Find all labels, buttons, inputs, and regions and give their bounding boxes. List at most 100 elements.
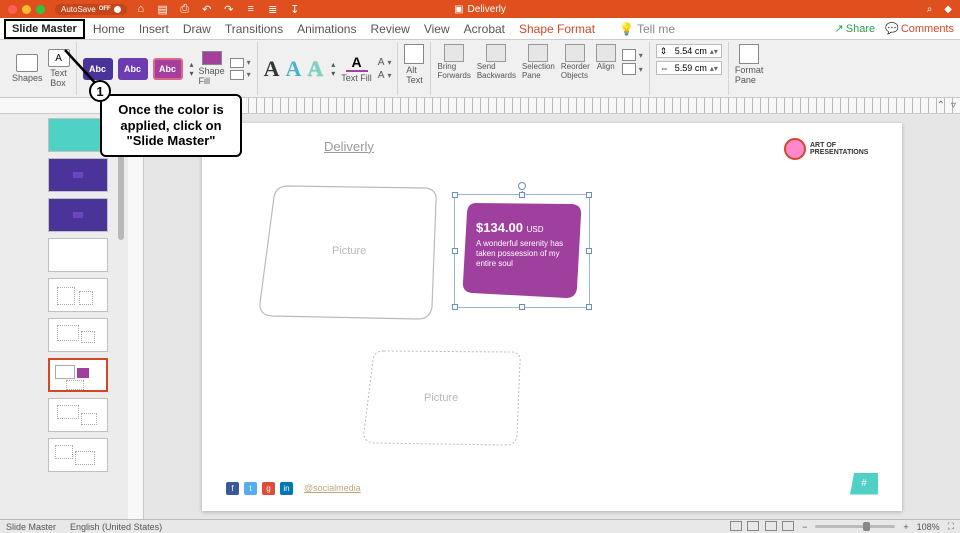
googleplus-icon[interactable]: g (262, 482, 275, 495)
tab-review[interactable]: Review (370, 22, 409, 36)
qat-icon[interactable]: ↧ (289, 3, 301, 15)
maximize-window[interactable] (36, 5, 45, 14)
selected-shape[interactable]: $134.00 USD A wonderful serenity has tak… (462, 200, 582, 300)
lightbulb-icon: 💡 (619, 22, 634, 36)
slide-thumbnail[interactable] (48, 198, 108, 232)
text-style-option[interactable]: A (285, 56, 301, 82)
slide-thumbnail[interactable] (48, 398, 108, 432)
slide-thumbnail[interactable] (48, 438, 108, 472)
tab-animations[interactable]: Animations (297, 22, 356, 36)
height-input[interactable]: ⇕5.54 cm▴▾ (656, 44, 722, 58)
redo-icon[interactable]: ↷ (223, 3, 235, 15)
picture-placeholder-shape[interactable]: Picture (258, 181, 438, 321)
text-effects-button[interactable]: A▾ (378, 70, 392, 81)
collapse-ribbon-icon[interactable]: ⌃ (937, 100, 945, 111)
print-icon[interactable]: ⎙ (179, 3, 191, 15)
slideshow-view-icon[interactable] (782, 521, 794, 531)
comments-button[interactable]: 💬Comments (885, 22, 954, 35)
resize-handle[interactable] (452, 192, 458, 198)
tab-transitions[interactable]: Transitions (225, 22, 283, 36)
zoom-slider[interactable] (815, 525, 895, 528)
group-button[interactable]: ▾ (622, 49, 643, 61)
selection-pane-button[interactable]: Selection Pane (522, 44, 555, 80)
qat-icon[interactable]: ≡ (245, 3, 257, 15)
resize-handle[interactable] (586, 192, 592, 198)
twitter-icon[interactable]: t (244, 482, 257, 495)
resize-handle[interactable] (452, 304, 458, 310)
bring-forward-button[interactable]: Bring Forwards (437, 44, 470, 80)
send-backward-icon (486, 44, 506, 62)
slide-thumbnail[interactable] (48, 158, 108, 192)
shape-style-selected[interactable]: Abc (153, 58, 183, 80)
notes-icon[interactable]: ▿ (951, 100, 956, 111)
resize-handle[interactable] (586, 248, 592, 254)
shape-fill-button[interactable]: Shape Fill (199, 51, 225, 86)
shape-effects-button[interactable]: ▾ (230, 70, 251, 80)
slide-thumbnail-selected[interactable] (48, 358, 108, 392)
save-icon[interactable]: ▤ (157, 3, 169, 15)
tab-view[interactable]: View (424, 22, 450, 36)
zoom-in-icon[interactable]: + (903, 522, 908, 532)
gallery-more-icon[interactable]: ▴▾ (190, 60, 194, 78)
text-fill-button[interactable]: A Text Fill (341, 54, 372, 83)
status-language[interactable]: English (United States) (70, 522, 162, 532)
normal-view-icon[interactable] (730, 521, 742, 531)
slide-thumbnail[interactable] (48, 278, 108, 312)
width-input[interactable]: ⇔5.59 cm▴▾ (656, 61, 722, 75)
window-controls[interactable] (8, 5, 45, 14)
autosave-toggle[interactable]: AutoSave OFF (55, 4, 127, 15)
resize-handle[interactable] (519, 192, 525, 198)
reorder-button[interactable]: Reorder Objects (561, 44, 590, 80)
slide-thumbnail[interactable] (48, 118, 108, 152)
slide-thumbnail[interactable] (48, 318, 108, 352)
slide-master-button[interactable]: Slide Master (4, 19, 85, 39)
slide-thumbnails-panel[interactable] (0, 114, 128, 519)
slide-canvas-area[interactable]: Deliverly ART OF PRESENTATIONS Picture (144, 114, 960, 519)
text-outline-button[interactable]: A▾ (378, 57, 392, 68)
zoom-level[interactable]: 108% (917, 522, 940, 532)
tab-home[interactable]: Home (93, 22, 125, 36)
social-handle[interactable]: @socialmedia (304, 483, 361, 493)
align-button[interactable]: Align (596, 44, 616, 80)
format-pane-button[interactable]: Format Pane (735, 44, 764, 85)
zoom-out-icon[interactable]: − (802, 522, 807, 532)
price-text[interactable]: $134.00 USD A wonderful serenity has tak… (476, 220, 564, 270)
shapes-gallery-button[interactable]: Shapes (12, 54, 43, 83)
reading-view-icon[interactable] (765, 521, 777, 531)
bring-forward-icon (444, 44, 464, 62)
height-icon: ⇕ (660, 46, 672, 56)
tellme-search[interactable]: 💡Tell me (619, 22, 675, 36)
slide-thumbnail[interactable] (48, 238, 108, 272)
undo-icon[interactable]: ↶ (201, 3, 213, 15)
linkedin-icon[interactable]: in (280, 482, 293, 495)
alt-text-button[interactable]: Alt Text (404, 44, 424, 85)
share-button[interactable]: ↗Share (835, 22, 876, 35)
send-backward-button[interactable]: Send Backwards (477, 44, 516, 80)
shape-outline-button[interactable]: ▾ (230, 58, 251, 68)
gallery-more-icon[interactable]: ▴▾ (331, 60, 335, 78)
sorter-view-icon[interactable] (747, 521, 759, 531)
picture-placeholder-shape[interactable]: Picture (362, 348, 522, 448)
tab-shape-format[interactable]: Shape Format (519, 22, 595, 36)
tab-acrobat[interactable]: Acrobat (464, 22, 505, 36)
rotate-handle[interactable] (518, 182, 526, 190)
slide-canvas[interactable]: Deliverly ART OF PRESENTATIONS Picture (202, 123, 902, 511)
resize-handle[interactable] (452, 248, 458, 254)
slide-title-placeholder[interactable]: Deliverly (324, 139, 374, 154)
tab-insert[interactable]: Insert (139, 22, 169, 36)
account-icon[interactable]: ◆ (944, 4, 952, 15)
tab-draw[interactable]: Draw (183, 22, 211, 36)
fit-to-window-icon[interactable]: ⛶ (948, 521, 954, 532)
search-icon[interactable]: ⌕ (927, 4, 933, 15)
close-window[interactable] (8, 5, 17, 14)
home-icon[interactable]: ⌂ (135, 3, 147, 15)
resize-handle[interactable] (519, 304, 525, 310)
resize-handle[interactable] (586, 304, 592, 310)
qat-icon[interactable]: ≣ (267, 3, 279, 15)
text-style-option[interactable]: A (264, 56, 280, 82)
shape-style-option[interactable]: Abc (118, 58, 148, 80)
facebook-icon[interactable]: f (226, 482, 239, 495)
rotate-button[interactable]: ▾ (622, 63, 643, 75)
minimize-window[interactable] (22, 5, 31, 14)
text-style-option[interactable]: A (307, 56, 323, 82)
